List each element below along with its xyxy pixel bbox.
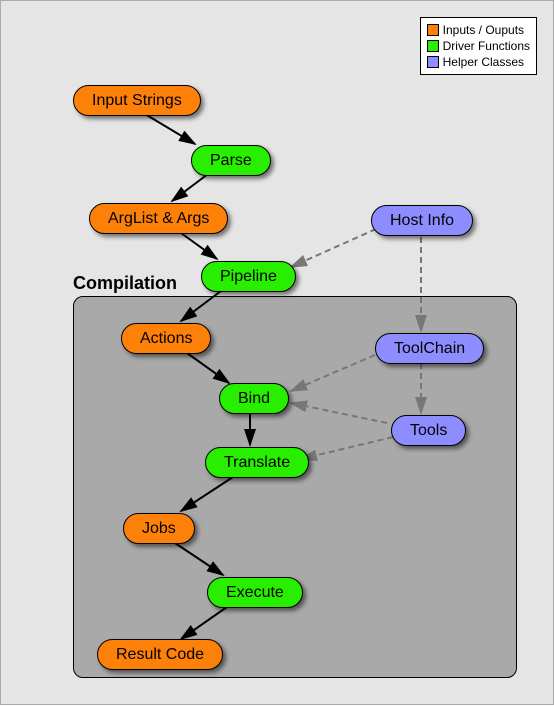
group-label-compilation: Compilation bbox=[73, 273, 177, 294]
legend-label-inputs: Inputs / Ouputs bbox=[443, 22, 524, 38]
node-input-strings: Input Strings bbox=[73, 85, 201, 116]
node-tools: Tools bbox=[391, 415, 466, 446]
legend-row-inputs: Inputs / Ouputs bbox=[427, 22, 530, 38]
node-pipeline: Pipeline bbox=[201, 261, 296, 292]
node-jobs: Jobs bbox=[123, 513, 195, 544]
legend-label-driver: Driver Functions bbox=[443, 38, 530, 54]
legend-row-helper: Helper Classes bbox=[427, 54, 530, 70]
node-execute: Execute bbox=[207, 577, 303, 608]
node-actions: Actions bbox=[121, 323, 211, 354]
node-arglist-args: ArgList & Args bbox=[89, 203, 228, 234]
legend-box: Inputs / Ouputs Driver Functions Helper … bbox=[420, 17, 537, 75]
diagram-canvas: Inputs / Ouputs Driver Functions Helper … bbox=[0, 0, 554, 705]
legend-swatch-orange bbox=[427, 24, 439, 36]
legend-row-driver: Driver Functions bbox=[427, 38, 530, 54]
node-bind: Bind bbox=[219, 383, 289, 414]
node-translate: Translate bbox=[205, 447, 309, 478]
node-result-code: Result Code bbox=[97, 639, 223, 670]
legend-swatch-purple bbox=[427, 56, 439, 68]
legend-swatch-green bbox=[427, 40, 439, 52]
node-parse: Parse bbox=[191, 145, 271, 176]
legend-label-helper: Helper Classes bbox=[443, 54, 524, 70]
node-host-info: Host Info bbox=[371, 205, 473, 236]
node-toolchain: ToolChain bbox=[375, 333, 484, 364]
